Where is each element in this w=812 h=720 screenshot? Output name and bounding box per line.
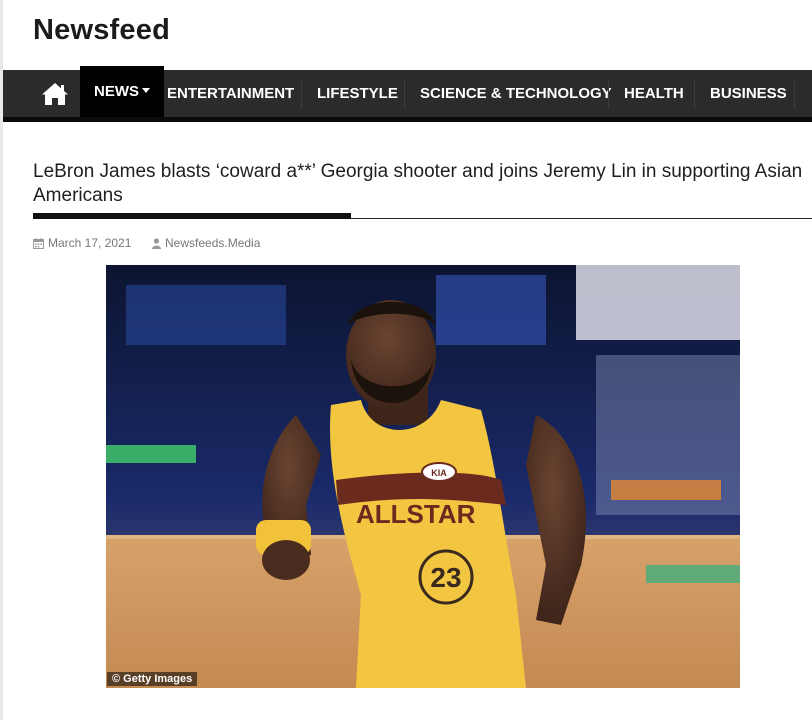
basketball-player-photo: ALLSTAR KIA 23 (106, 265, 740, 688)
nav-item-news[interactable]: NEWS (80, 66, 164, 117)
caret-down-icon (142, 88, 150, 93)
article-author[interactable]: Newsfeeds.Media (152, 236, 260, 250)
main-navigation: NEWS ENTERTAINMENT LIFESTYLE SCIENCE & T… (3, 66, 812, 117)
nav-separator (608, 79, 609, 109)
nav-separator (301, 79, 302, 109)
jersey-text: ALLSTAR (356, 499, 476, 529)
article-date[interactable]: March 17, 2021 (33, 236, 131, 250)
headline-accent-bar (33, 213, 351, 219)
nav-item-label: BUSINESS (710, 85, 787, 102)
nav-item-business[interactable]: BUSINESS (710, 70, 787, 117)
calendar-icon (33, 237, 44, 249)
jersey-brand: KIA (431, 468, 447, 478)
nav-item-science-technology[interactable]: SCIENCE & TECHNOLOGY (420, 70, 612, 117)
nav-separator (694, 79, 695, 109)
nav-item-label: NEWS (94, 83, 139, 100)
article-headline: LeBron James blasts ‘coward a**’ Georgia… (33, 161, 803, 206)
jersey-number: 23 (430, 562, 461, 593)
site-title[interactable]: Newsfeed (33, 14, 170, 47)
navbar-bottom-border (3, 117, 812, 122)
nav-item-label: SCIENCE & TECHNOLOGY (420, 85, 612, 102)
user-icon (152, 237, 161, 249)
article-date-text: March 17, 2021 (48, 236, 132, 250)
nav-item-entertainment[interactable]: ENTERTAINMENT (167, 70, 294, 117)
nav-item-lifestyle[interactable]: LIFESTYLE (317, 70, 398, 117)
photo-credit: © Getty Images (107, 672, 198, 686)
nav-item-label: ENTERTAINMENT (167, 85, 295, 102)
nav-item-label: LIFESTYLE (317, 85, 398, 102)
nav-item-label: HEALTH (624, 85, 684, 102)
nav-separator (404, 79, 405, 109)
nav-home-button[interactable] (33, 70, 77, 117)
article-author-text: Newsfeeds.Media (165, 236, 261, 250)
nav-separator (794, 79, 795, 109)
article-image[interactable]: ALLSTAR KIA 23 © Getty Images (106, 265, 740, 688)
nav-item-health[interactable]: HEALTH (624, 70, 684, 117)
home-icon (42, 82, 68, 105)
